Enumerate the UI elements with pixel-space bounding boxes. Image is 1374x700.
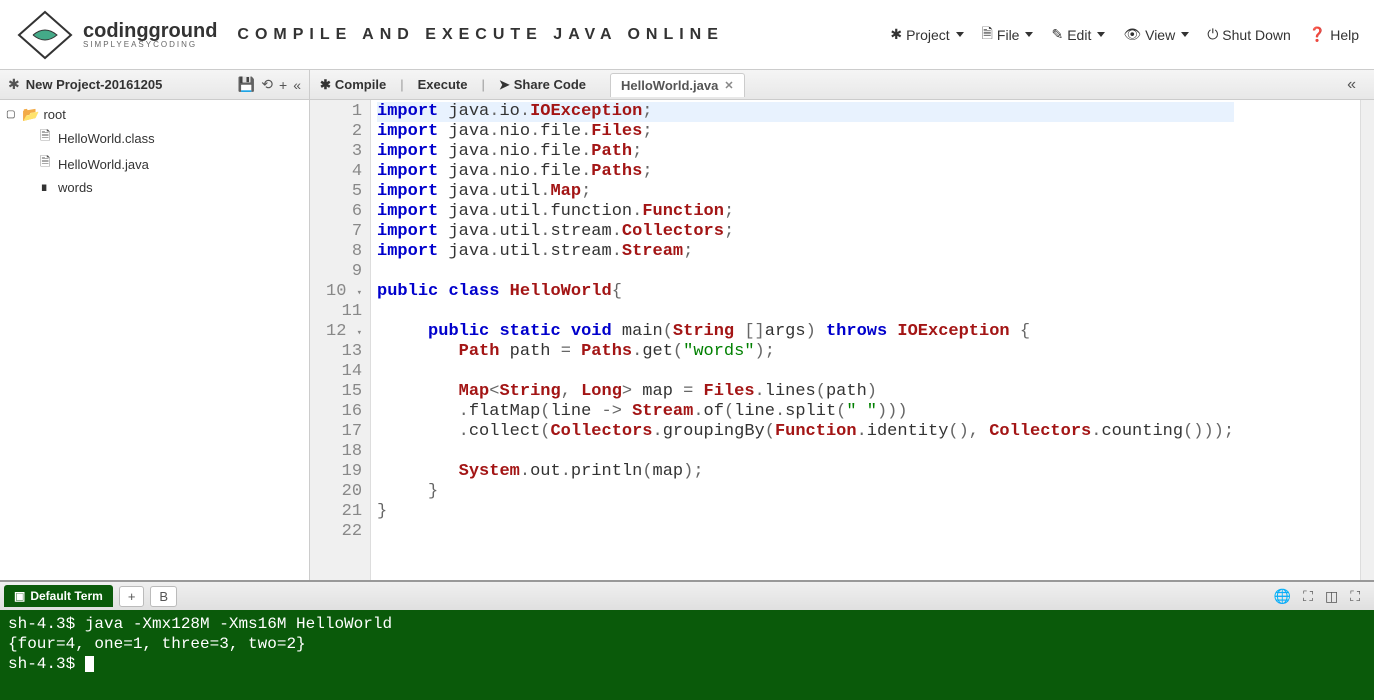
logo-icon: [15, 10, 75, 60]
menu-help[interactable]: ❓Help: [1309, 26, 1359, 43]
tree-file[interactable]: 🗎HelloWorld.class: [0, 125, 309, 151]
caret-icon: [1181, 32, 1189, 37]
caret-icon: [1025, 32, 1033, 37]
header-menu: ✱Project 🗎File ✎Edit 👁View ⏻Shut Down ❓H…: [890, 23, 1359, 47]
close-icon[interactable]: ✕: [724, 79, 733, 92]
app-header: codingground SIMPLYEASYCODING COMPILE AN…: [0, 0, 1374, 70]
terminal-tabs: ▣Default Term + B 🌐 ⛶ ◫ ⛶: [0, 582, 1374, 610]
code-area[interactable]: import java.io.IOException;import java.n…: [371, 100, 1240, 580]
collapse-left-icon[interactable]: «: [293, 77, 301, 93]
separator: |: [400, 77, 403, 92]
terminal-tab-default[interactable]: ▣Default Term: [4, 585, 113, 607]
edit-icon: ✎: [1051, 26, 1063, 43]
page-title: COMPILE AND EXECUTE JAVA ONLINE: [237, 26, 723, 44]
code-editor[interactable]: 12345678910 ▾1112 ▾13141516171819202122 …: [310, 100, 1374, 580]
tree-file[interactable]: 🗎HelloWorld.java: [0, 151, 309, 177]
editor-toolbar: ✱Compile | Execute | ➤Share Code HelloWo…: [310, 70, 1374, 99]
file-icon: 🗎: [40, 153, 54, 175]
line-gutter: 12345678910 ▾1112 ▾13141516171819202122: [310, 100, 371, 580]
share-button[interactable]: ➤Share Code: [499, 77, 586, 93]
terminal-output[interactable]: sh-4.3$ java -Xmx128M -Xms16M HelloWorld…: [0, 610, 1374, 700]
collapse-right-icon[interactable]: «: [1347, 76, 1356, 94]
logo[interactable]: codingground SIMPLYEASYCODING: [15, 10, 217, 60]
sidebar-header: ✱ New Project-20161205 💾 ⟲ + «: [0, 70, 310, 99]
menu-edit[interactable]: ✎Edit: [1051, 26, 1105, 43]
terminal-b-button[interactable]: B: [150, 586, 177, 607]
file-icon: 🗎: [982, 23, 993, 47]
menu-shutdown[interactable]: ⏻Shut Down: [1207, 26, 1291, 43]
toolbar: ✱ New Project-20161205 💾 ⟲ + « ✱Compile …: [0, 70, 1374, 100]
gear-icon: ✱: [8, 76, 20, 93]
compile-button[interactable]: ✱Compile: [320, 77, 386, 93]
vertical-scrollbar[interactable]: [1360, 100, 1374, 580]
menu-project[interactable]: ✱Project: [890, 26, 963, 43]
folder-icon: 📂: [22, 106, 39, 123]
refresh-icon[interactable]: ⟲: [261, 76, 273, 93]
editor-tab[interactable]: HelloWorld.java✕: [610, 73, 745, 97]
collapse-toggle-icon[interactable]: ▢: [6, 109, 18, 120]
share-icon: ➤: [499, 77, 510, 93]
eye-icon: 👁: [1123, 26, 1141, 43]
separator: |: [481, 77, 484, 92]
window-icon[interactable]: ◫: [1325, 588, 1338, 605]
expand-icon[interactable]: ⛶: [1303, 588, 1313, 605]
file-icon: 🗎: [40, 127, 54, 149]
save-icon[interactable]: 💾: [238, 76, 255, 93]
caret-icon: [956, 32, 964, 37]
terminal-panel: ▣Default Term + B 🌐 ⛶ ◫ ⛶ sh-4.3$ java -…: [0, 580, 1374, 700]
caret-icon: [1097, 32, 1105, 37]
globe-icon[interactable]: 🌐: [1274, 588, 1291, 605]
logo-subtitle: SIMPLYEASYCODING: [83, 41, 217, 49]
gears-icon: ✱: [320, 77, 331, 93]
menu-file[interactable]: 🗎File: [982, 23, 1034, 47]
file-tree: ▢ 📂 root 🗎HelloWorld.class 🗎HelloWorld.j…: [0, 100, 310, 580]
add-icon[interactable]: +: [279, 77, 287, 93]
terminal-add-button[interactable]: +: [119, 586, 145, 607]
execute-button[interactable]: Execute: [418, 77, 468, 92]
menu-view[interactable]: 👁View: [1123, 26, 1189, 43]
tree-root[interactable]: ▢ 📂 root: [0, 104, 309, 125]
gear-icon: ✱: [890, 26, 902, 43]
tree-file[interactable]: ∎words: [0, 177, 309, 197]
file-icon: ∎: [40, 179, 54, 195]
main-area: ▢ 📂 root 🗎HelloWorld.class 🗎HelloWorld.j…: [0, 100, 1374, 580]
terminal-icon: ▣: [14, 589, 25, 603]
project-name: New Project-20161205: [26, 77, 232, 92]
fullscreen-icon[interactable]: ⛶: [1350, 588, 1360, 605]
power-icon: ⏻: [1207, 26, 1218, 43]
help-icon: ❓: [1309, 26, 1326, 43]
logo-title: codingground: [83, 21, 217, 41]
